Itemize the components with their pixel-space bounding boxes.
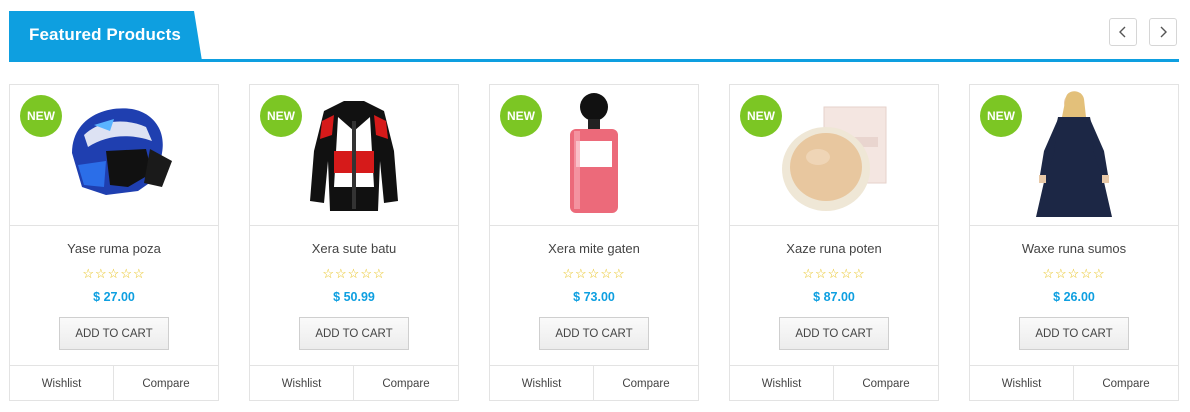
product-card: NEW Xera sute batu ☆☆☆☆☆ $ 50.99 ADD TO … <box>249 84 459 401</box>
wishlist-link[interactable]: Wishlist <box>730 366 834 401</box>
product-price: $ 50.99 <box>333 290 375 304</box>
compare-link[interactable]: Compare <box>834 366 938 401</box>
nail-polish-image[interactable] <box>534 91 654 217</box>
product-image-area[interactable]: NEW <box>10 85 218 226</box>
add-to-cart-button[interactable]: ADD TO CART <box>299 317 409 350</box>
rating-stars: ☆☆☆☆☆ <box>322 266 386 281</box>
add-to-cart-button[interactable]: ADD TO CART <box>59 317 169 350</box>
rating-stars: ☆☆☆☆☆ <box>1042 266 1106 281</box>
header-underline <box>9 59 1179 62</box>
racing-jacket-image[interactable] <box>294 91 414 217</box>
product-card: NEW Xaze runa poten ☆☆☆☆☆ $ 87.00 ADD TO… <box>729 84 939 401</box>
prev-button[interactable] <box>1109 18 1137 46</box>
compare-link[interactable]: Compare <box>594 366 698 401</box>
add-to-cart-button[interactable]: ADD TO CART <box>539 317 649 350</box>
product-name[interactable]: Xaze runa poten <box>730 241 938 256</box>
navy-dress-image[interactable] <box>1014 91 1134 217</box>
card-footer: Wishlist Compare <box>730 365 938 401</box>
new-badge: NEW <box>980 95 1022 137</box>
card-footer: Wishlist Compare <box>490 365 698 401</box>
compare-link[interactable]: Compare <box>1074 366 1178 401</box>
compare-link[interactable]: Compare <box>354 366 458 401</box>
wishlist-link[interactable]: Wishlist <box>10 366 114 401</box>
product-price: $ 87.00 <box>813 290 855 304</box>
product-image-area[interactable]: NEW <box>250 85 458 226</box>
product-name[interactable]: Xera mite gaten <box>490 241 698 256</box>
compare-link[interactable]: Compare <box>114 366 218 401</box>
card-footer: Wishlist Compare <box>10 365 218 401</box>
product-image-area[interactable]: NEW <box>490 85 698 226</box>
chevron-right-icon <box>1160 26 1167 38</box>
product-card: NEW Xera mite gaten ☆☆☆☆☆ $ 73.00 ADD TO… <box>489 84 699 401</box>
wishlist-link[interactable]: Wishlist <box>250 366 354 401</box>
section-header: Featured Products <box>9 11 1179 65</box>
product-image-area[interactable]: NEW <box>730 85 938 226</box>
wishlist-link[interactable]: Wishlist <box>970 366 1074 401</box>
add-to-cart-button[interactable]: ADD TO CART <box>1019 317 1129 350</box>
new-badge: NEW <box>500 95 542 137</box>
section-title: Featured Products <box>29 25 181 44</box>
product-name[interactable]: Yase ruma poza <box>10 241 218 256</box>
product-image-area[interactable]: NEW <box>970 85 1178 226</box>
next-button[interactable] <box>1149 18 1177 46</box>
motocross-helmet-image[interactable] <box>54 91 174 217</box>
powder-compact-image[interactable] <box>774 91 894 217</box>
new-badge: NEW <box>740 95 782 137</box>
product-price: $ 26.00 <box>1053 290 1095 304</box>
chevron-left-icon <box>1119 26 1126 38</box>
add-to-cart-button[interactable]: ADD TO CART <box>779 317 889 350</box>
product-card: NEW Waxe runa sumos ☆☆☆☆☆ $ 26.00 ADD TO… <box>969 84 1179 401</box>
product-price: $ 27.00 <box>93 290 135 304</box>
card-footer: Wishlist Compare <box>250 365 458 401</box>
product-card: NEW Yase ruma poza ☆☆☆☆☆ $ 27.00 ADD TO … <box>9 84 219 401</box>
new-badge: NEW <box>260 95 302 137</box>
product-name[interactable]: Xera sute batu <box>250 241 458 256</box>
rating-stars: ☆☆☆☆☆ <box>562 266 626 281</box>
product-name[interactable]: Waxe runa sumos <box>970 241 1178 256</box>
new-badge: NEW <box>20 95 62 137</box>
rating-stars: ☆☆☆☆☆ <box>802 266 866 281</box>
rating-stars: ☆☆☆☆☆ <box>82 266 146 281</box>
wishlist-link[interactable]: Wishlist <box>490 366 594 401</box>
product-price: $ 73.00 <box>573 290 615 304</box>
card-footer: Wishlist Compare <box>970 365 1178 401</box>
